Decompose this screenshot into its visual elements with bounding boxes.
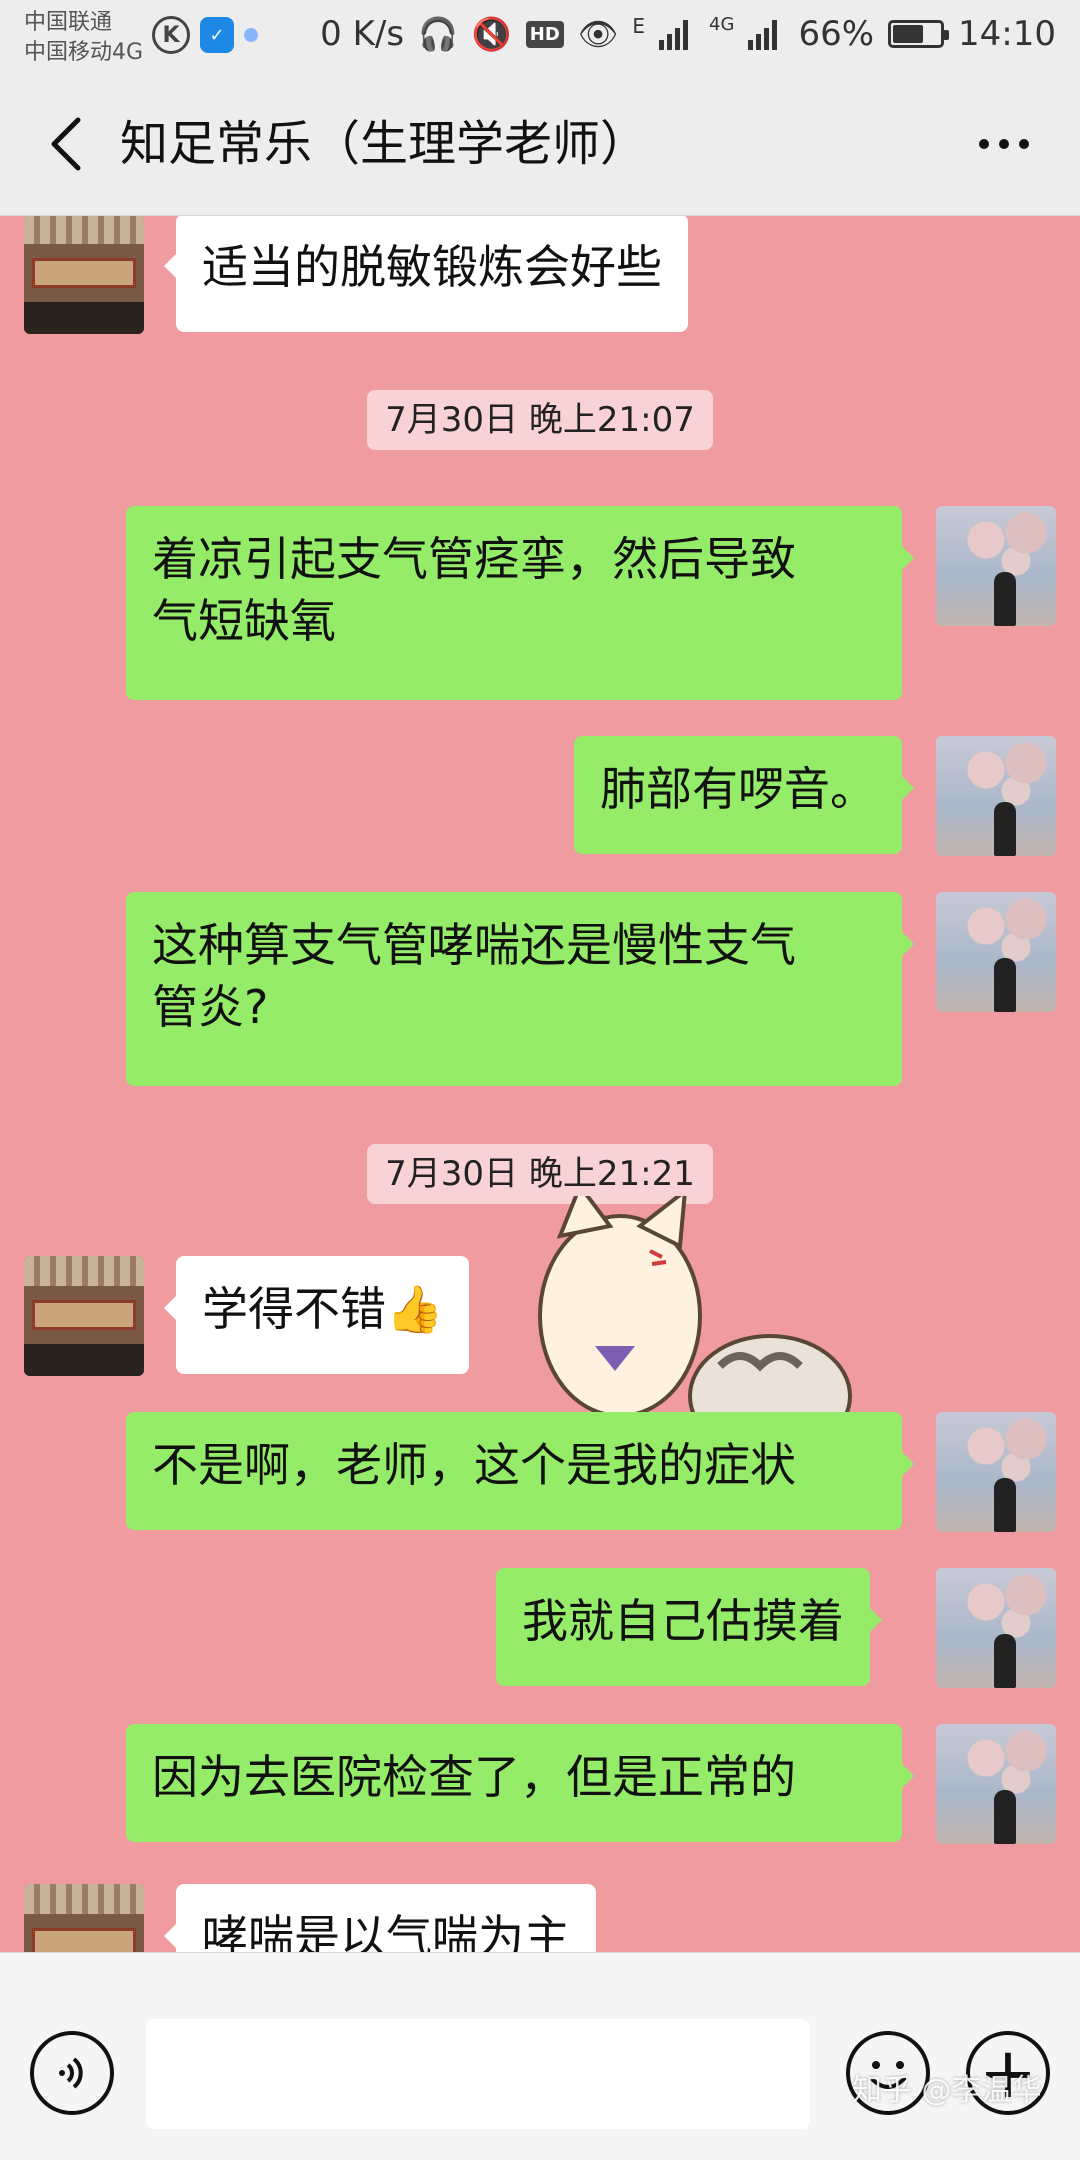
avatar-decoration bbox=[24, 1344, 144, 1376]
message-text: 因为去医院检查了，但是正常的 bbox=[152, 1750, 796, 1804]
carrier-1: 中国联通 bbox=[24, 10, 113, 35]
notification-dot-icon bbox=[244, 28, 258, 42]
notification-icons: K ✓ bbox=[152, 16, 258, 54]
avatar-decoration bbox=[994, 572, 1016, 626]
message-bubble-left[interactable]: 学得不错👍 bbox=[163, 1256, 470, 1374]
k-app-icon: K bbox=[152, 16, 190, 54]
network-type-1: E bbox=[632, 14, 646, 38]
network-type-2: 4G bbox=[709, 13, 735, 35]
timestamp: 7月30日 晚上21:21 bbox=[0, 1144, 1080, 1204]
message-text-line: 管炎? bbox=[152, 980, 269, 1034]
cat-sticker bbox=[538, 1196, 852, 1416]
avatar-self[interactable] bbox=[936, 1724, 1056, 1844]
hd-badge: HD bbox=[525, 20, 564, 48]
message-text: 肺部有啰音。 bbox=[600, 762, 876, 816]
message-input[interactable] bbox=[146, 2019, 810, 2129]
chat-header: 知足常乐（生理学老师） bbox=[0, 72, 1080, 216]
voice-icon bbox=[59, 2057, 83, 2089]
avatar-teacher[interactable] bbox=[24, 216, 144, 334]
chat-area[interactable]: 适当的脱敏锻炼会好些 7月30日 晚上21:07 着凉引起支气管痉挛，然后导致 … bbox=[0, 216, 1080, 1952]
message-text: 我就自己估摸着 bbox=[522, 1594, 844, 1648]
input-bar: + 知乎 @李温华 bbox=[0, 1952, 1080, 2160]
avatar-decoration bbox=[24, 216, 144, 244]
message-bubble-right[interactable]: 因为去医院检查了，但是正常的 bbox=[126, 1724, 914, 1842]
watermark: 知乎 @李温华 bbox=[852, 2073, 1042, 2108]
voice-button[interactable] bbox=[30, 2031, 114, 2115]
avatar-teacher[interactable] bbox=[24, 1256, 144, 1376]
avatar-decoration bbox=[32, 1300, 136, 1330]
avatar-decoration bbox=[994, 1634, 1016, 1688]
avatar-decoration bbox=[994, 1478, 1016, 1532]
message-text: 适当的脱敏锻炼会好些 bbox=[202, 240, 662, 294]
message-bubble-right[interactable]: 着凉引起支气管痉挛，然后导致 气短缺氧 bbox=[126, 506, 914, 700]
timestamp: 7月30日 晚上21:07 bbox=[0, 390, 1080, 450]
avatar-decoration bbox=[32, 1928, 136, 1952]
message-text: 学得不错👍 bbox=[202, 1282, 444, 1336]
more-dot bbox=[1019, 139, 1029, 149]
avatar-self[interactable] bbox=[936, 736, 1056, 856]
avatar-decoration bbox=[24, 302, 144, 334]
message-bubble-right[interactable]: 这种算支气管哮喘还是慢性支气 管炎? bbox=[126, 892, 914, 1086]
message-text-line: 气短缺氧 bbox=[152, 594, 336, 648]
message-bubble-left[interactable]: 适当的脱敏锻炼会好些 bbox=[164, 216, 688, 332]
message-bubble-left[interactable]: 哮喘是以气喘为主 bbox=[164, 1884, 596, 1952]
signal-icon-2 bbox=[748, 20, 778, 50]
avatar-teacher[interactable] bbox=[24, 1884, 144, 1952]
status-bar: 中国联通 中国移动4G K ✓ 0 K/s 🎧 🔇 HD 👁 E 4G 66% … bbox=[0, 0, 1080, 72]
avatar-decoration bbox=[24, 1256, 144, 1286]
chevron-left-icon bbox=[51, 117, 81, 171]
headphone-icon: 🎧 bbox=[418, 15, 458, 53]
avatar-self[interactable] bbox=[936, 506, 1056, 626]
carrier-2: 中国移动4G bbox=[24, 40, 144, 65]
mute-icon: 🔇 bbox=[471, 15, 512, 53]
more-button[interactable] bbox=[968, 116, 1040, 172]
status-right: 0 K/s 🎧 🔇 HD 👁 E 4G 66% 14:10 bbox=[320, 13, 1056, 55]
avatar-self[interactable] bbox=[936, 892, 1056, 1012]
message-bubble-right[interactable]: 不是啊，老师，这个是我的症状 bbox=[126, 1412, 914, 1530]
avatar-decoration bbox=[24, 1884, 144, 1914]
back-button[interactable] bbox=[34, 112, 98, 176]
eye-icon: 👁 bbox=[577, 15, 619, 53]
battery-percent: 66% bbox=[798, 14, 875, 54]
avatar-decoration bbox=[994, 1790, 1016, 1844]
network-speed: 0 K/s bbox=[320, 14, 405, 54]
more-dots-icon bbox=[979, 139, 989, 149]
more-dot bbox=[999, 139, 1009, 149]
battery-icon bbox=[888, 20, 950, 48]
chat-title: 知足常乐（生理学老师） bbox=[120, 116, 649, 172]
avatar-decoration bbox=[32, 258, 136, 288]
battery-fill bbox=[893, 25, 924, 43]
message-text-line: 这种算支气管哮喘还是慢性支气 bbox=[152, 918, 796, 972]
message-text: 不是啊，老师，这个是我的症状 bbox=[152, 1438, 796, 1492]
message-bubble-right[interactable]: 肺部有啰音。 bbox=[574, 736, 914, 854]
message-bubble-right[interactable]: 我就自己估摸着 bbox=[496, 1568, 882, 1686]
avatar-self[interactable] bbox=[936, 1568, 1056, 1688]
shield-icon: ✓ bbox=[200, 17, 234, 53]
timestamp-text: 7月30日 晚上21:07 bbox=[367, 390, 713, 450]
carrier-info: 中国联通 中国移动4G bbox=[24, 8, 143, 68]
avatar-self[interactable] bbox=[936, 1412, 1056, 1532]
signal-icon bbox=[659, 20, 689, 50]
message-text: 哮喘是以气喘为主 bbox=[202, 1910, 570, 1952]
timestamp-text: 7月30日 晚上21:21 bbox=[367, 1144, 713, 1204]
avatar-decoration bbox=[994, 802, 1016, 856]
avatar-decoration bbox=[994, 958, 1016, 1012]
message-text-line: 着凉引起支气管痉挛，然后导致 bbox=[152, 532, 796, 586]
clock: 14:10 bbox=[958, 14, 1056, 54]
